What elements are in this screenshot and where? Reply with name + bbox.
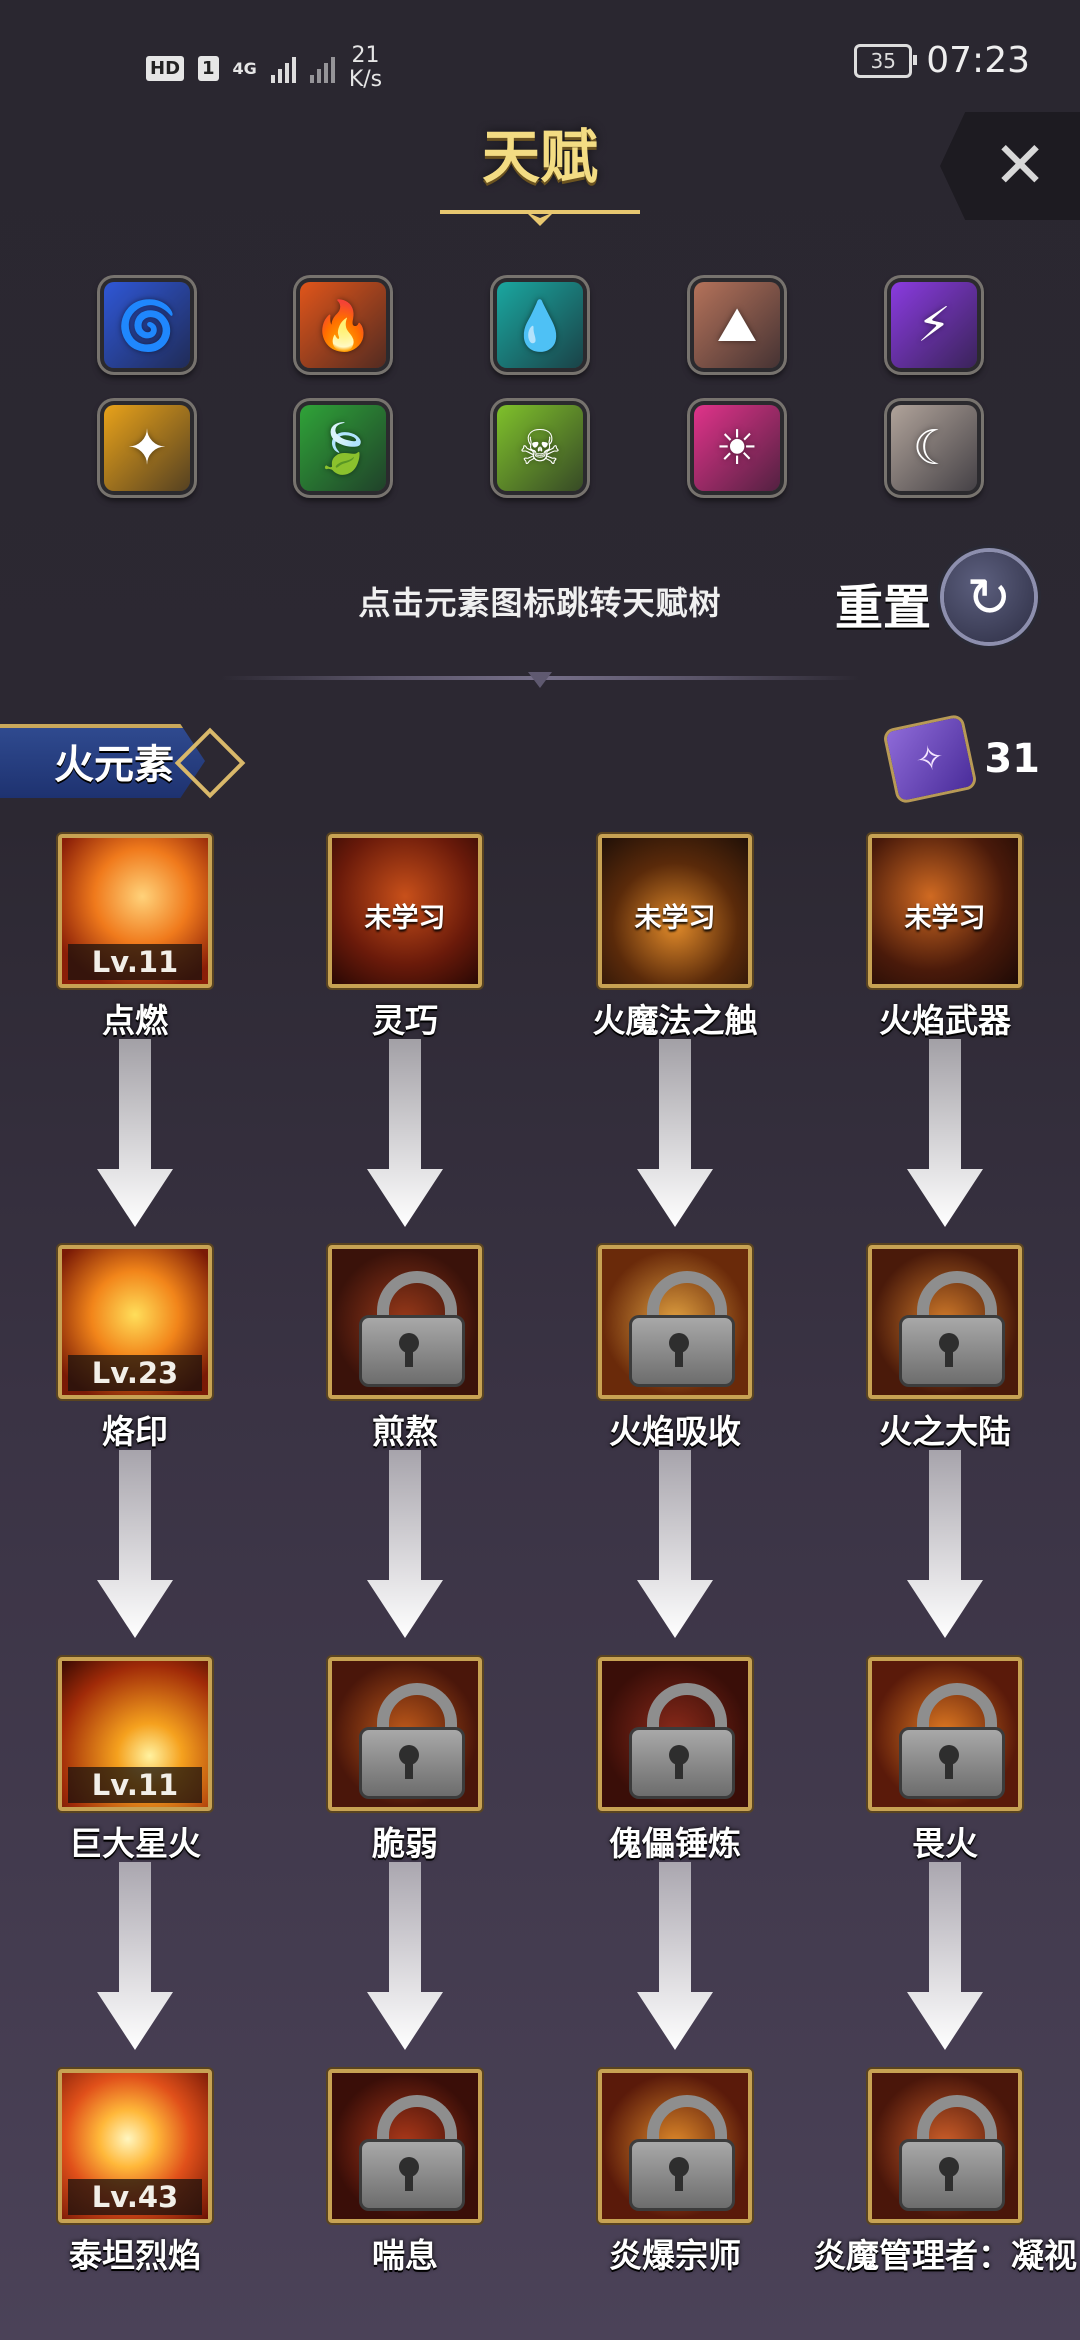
skill-name: 烙印 [102, 1412, 168, 1451]
skill-tile[interactable] [868, 1657, 1022, 1811]
title-ornament [440, 210, 640, 226]
scroll-icon: ✧ [885, 716, 975, 802]
skill-name: 泰坦烈焰 [69, 2236, 201, 2275]
divider-notch [528, 672, 552, 688]
signal-2-icon [309, 53, 335, 83]
arrow-down-icon [367, 1450, 443, 1638]
moon-icon[interactable]: ☾ [891, 405, 977, 491]
skill-name: 喘息 [372, 2236, 438, 2275]
skill-name: 火焰吸收 [609, 1412, 741, 1451]
battery-level: 35 [870, 48, 896, 73]
sim-badge: 1 [198, 55, 219, 81]
skill-name: 炎爆宗师 [609, 2236, 741, 2275]
points-value: 31 [984, 736, 1040, 782]
skill-tile[interactable] [868, 2069, 1022, 2223]
arrow-down-icon [97, 1039, 173, 1227]
speed-unit: K/s [348, 67, 383, 92]
skill-level: Lv.43 [68, 2179, 202, 2215]
skill-name: 巨大星火 [69, 1824, 201, 1863]
arrow-down-icon [97, 1450, 173, 1638]
skill-name: 灵巧 [372, 1001, 438, 1040]
lock-icon [899, 1271, 1005, 1387]
arrow-down-icon [907, 1450, 983, 1638]
skill-tile[interactable] [598, 2069, 752, 2223]
skill-level: Lv.23 [68, 1355, 202, 1391]
hd-badge: HD [146, 55, 185, 81]
page-title: 天赋 [481, 123, 598, 191]
leaf-icon[interactable]: 🍃 [300, 405, 386, 491]
reset-label[interactable]: 重置 [835, 568, 931, 638]
skill-tile[interactable]: 未学习 [868, 834, 1022, 988]
lock-icon [629, 2095, 735, 2211]
arrow-down-icon [907, 1039, 983, 1227]
lightning-icon[interactable]: ⚡ [891, 282, 977, 368]
skill-name: 火焰武器 [879, 1001, 1011, 1040]
unlearned-label: 未学习 [364, 903, 446, 934]
talent-points: ✧ 31 [885, 716, 1040, 802]
skill-name: 脆弱 [372, 1824, 438, 1863]
lock-icon [629, 1683, 735, 1799]
skill-name: 炎魔管理者：凝视 [813, 2236, 1077, 2275]
lock-icon [359, 1271, 465, 1387]
arrow-down-icon [907, 1862, 983, 2050]
battery-icon: 35 [854, 43, 918, 78]
speed-value: 21 [351, 43, 380, 68]
status-left: HD 1 4G 21 K/s [146, 44, 382, 92]
arrow-down-icon [97, 1862, 173, 2050]
water-drop-icon[interactable]: 💧 [497, 282, 583, 368]
arrow-down-icon [637, 1039, 713, 1227]
arrow-down-icon [637, 1450, 713, 1638]
lock-icon [359, 1683, 465, 1799]
reset-button[interactable]: ↻ [944, 552, 1034, 642]
skill-tile[interactable]: Lv.11 [58, 834, 212, 988]
skill-name: 傀儡锤炼 [609, 1824, 741, 1863]
skill-tile[interactable]: 未学习 [598, 834, 752, 988]
skill-tile[interactable] [328, 1657, 482, 1811]
skill-name: 火魔法之触 [592, 1001, 758, 1040]
banner-label: 火元素 [54, 742, 174, 788]
skill-tile[interactable] [598, 1657, 752, 1811]
skill-name: 畏火 [912, 1824, 978, 1863]
rock-icon[interactable]: ⛰ [694, 282, 780, 368]
arrow-down-icon [367, 1862, 443, 2050]
network-type: 4G [232, 58, 257, 78]
lock-icon [899, 1683, 1005, 1799]
skill-level: Lv.11 [68, 944, 202, 980]
close-button[interactable]: ✕ [940, 112, 1080, 220]
skull-icon[interactable]: ☠ [497, 405, 583, 491]
skill-tile[interactable] [598, 1245, 752, 1399]
unlearned-label: 未学习 [904, 903, 986, 934]
skill-tile[interactable]: 未学习 [328, 834, 482, 988]
lock-icon [629, 1271, 735, 1387]
lock-icon [899, 2095, 1005, 2211]
signal-icon [270, 53, 296, 83]
skill-tile[interactable]: Lv.11 [58, 1657, 212, 1811]
skill-tile[interactable] [328, 1245, 482, 1399]
lock-icon [359, 2095, 465, 2211]
network-speed: 21 K/s [349, 44, 382, 92]
skill-tile[interactable]: Lv.23 [58, 1245, 212, 1399]
skill-tile[interactable] [868, 1245, 1022, 1399]
clock: 07:23 [926, 40, 1030, 81]
tornado-icon[interactable]: 🌀 [104, 282, 190, 368]
skill-name: 煎熬 [372, 1412, 438, 1451]
light-icon[interactable]: ✦ [104, 405, 190, 491]
skill-level: Lv.11 [68, 1767, 202, 1803]
arrow-down-icon [367, 1039, 443, 1227]
skill-name: 点燃 [102, 1001, 168, 1040]
element-banner: 火元素 [0, 716, 246, 802]
skill-name: 火之大陆 [879, 1412, 1011, 1451]
fire-icon[interactable]: 🔥 [300, 282, 386, 368]
skill-tile[interactable] [328, 2069, 482, 2223]
arrow-down-icon [637, 1862, 713, 2050]
reset-icon: ↻ [966, 565, 1012, 629]
skill-tile[interactable]: Lv.43 [58, 2069, 212, 2223]
status-right: 35 07:23 [854, 40, 1030, 81]
unlearned-label: 未学习 [634, 903, 716, 934]
sun-icon[interactable]: ☀ [694, 405, 780, 491]
close-icon: ✕ [993, 129, 1047, 203]
